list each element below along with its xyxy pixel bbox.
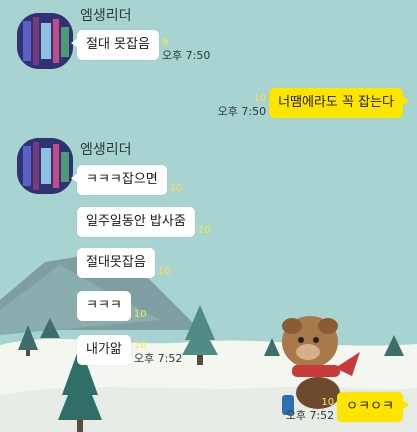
message-row: 절대못잡음 10	[77, 248, 171, 278]
timestamp: 오후 7:50	[161, 49, 211, 62]
message-meta: 10	[198, 224, 211, 237]
unread-count: 10	[169, 183, 183, 194]
message-bubble[interactable]: ㅋㅋㅋ	[77, 291, 131, 321]
avatar[interactable]	[17, 13, 73, 69]
my-message-row: 10 오후 7:50 너땜에라도 꼭 잡는다	[218, 88, 409, 118]
message-row: 일주일동안 밥사줌 10	[77, 207, 211, 237]
message-bubble[interactable]: 절대 못잡음	[71, 30, 159, 60]
message-meta: 9 오후 7:50	[162, 36, 210, 62]
my-message-bubble[interactable]: 너땜에라도 꼭 잡는다	[269, 88, 409, 118]
timestamp: 오후 7:50	[217, 105, 267, 118]
message-meta: 10	[134, 308, 147, 321]
message-bubble[interactable]: 일주일동안 밥사줌	[77, 207, 195, 237]
unread-count: 10	[157, 266, 171, 277]
sender-name: 엠생리더	[80, 8, 132, 24]
unread-count: 10	[253, 93, 267, 104]
unread-count: 9	[161, 37, 169, 48]
message-meta: 10 오후 7:52	[134, 339, 182, 365]
unread-count: 10	[133, 340, 147, 351]
avatar[interactable]	[17, 138, 73, 194]
unread-count: 10	[133, 309, 147, 320]
message-row: ㅋㅋㅋ 10	[77, 291, 147, 321]
unread-count: 10	[321, 397, 335, 408]
message-bubble[interactable]: 절대못잡음	[77, 248, 155, 278]
message-meta: 10 오후 7:52	[286, 396, 334, 422]
message-bubble[interactable]: 내가앎	[77, 335, 131, 365]
my-message-row: 10 오후 7:52 ㅇㅋㅇㅋ	[286, 392, 409, 422]
sender-name: 엠생리더	[80, 142, 132, 158]
message-meta: 10	[170, 182, 183, 195]
message-meta: 10	[158, 265, 171, 278]
message-row: 절대 못잡음 9 오후 7:50	[71, 30, 210, 62]
timestamp: 오후 7:52	[133, 352, 183, 365]
my-message-bubble[interactable]: ㅇㅋㅇㅋ	[337, 392, 409, 422]
message-row: 내가앎 10 오후 7:52	[77, 335, 182, 365]
message-row: ㅋㅋㅋ잡으면 10	[71, 165, 183, 195]
timestamp: 오후 7:52	[285, 409, 335, 422]
unread-count: 10	[197, 225, 211, 236]
message-meta: 10 오후 7:50	[218, 92, 266, 118]
message-bubble[interactable]: ㅋㅋㅋ잡으면	[71, 165, 167, 195]
